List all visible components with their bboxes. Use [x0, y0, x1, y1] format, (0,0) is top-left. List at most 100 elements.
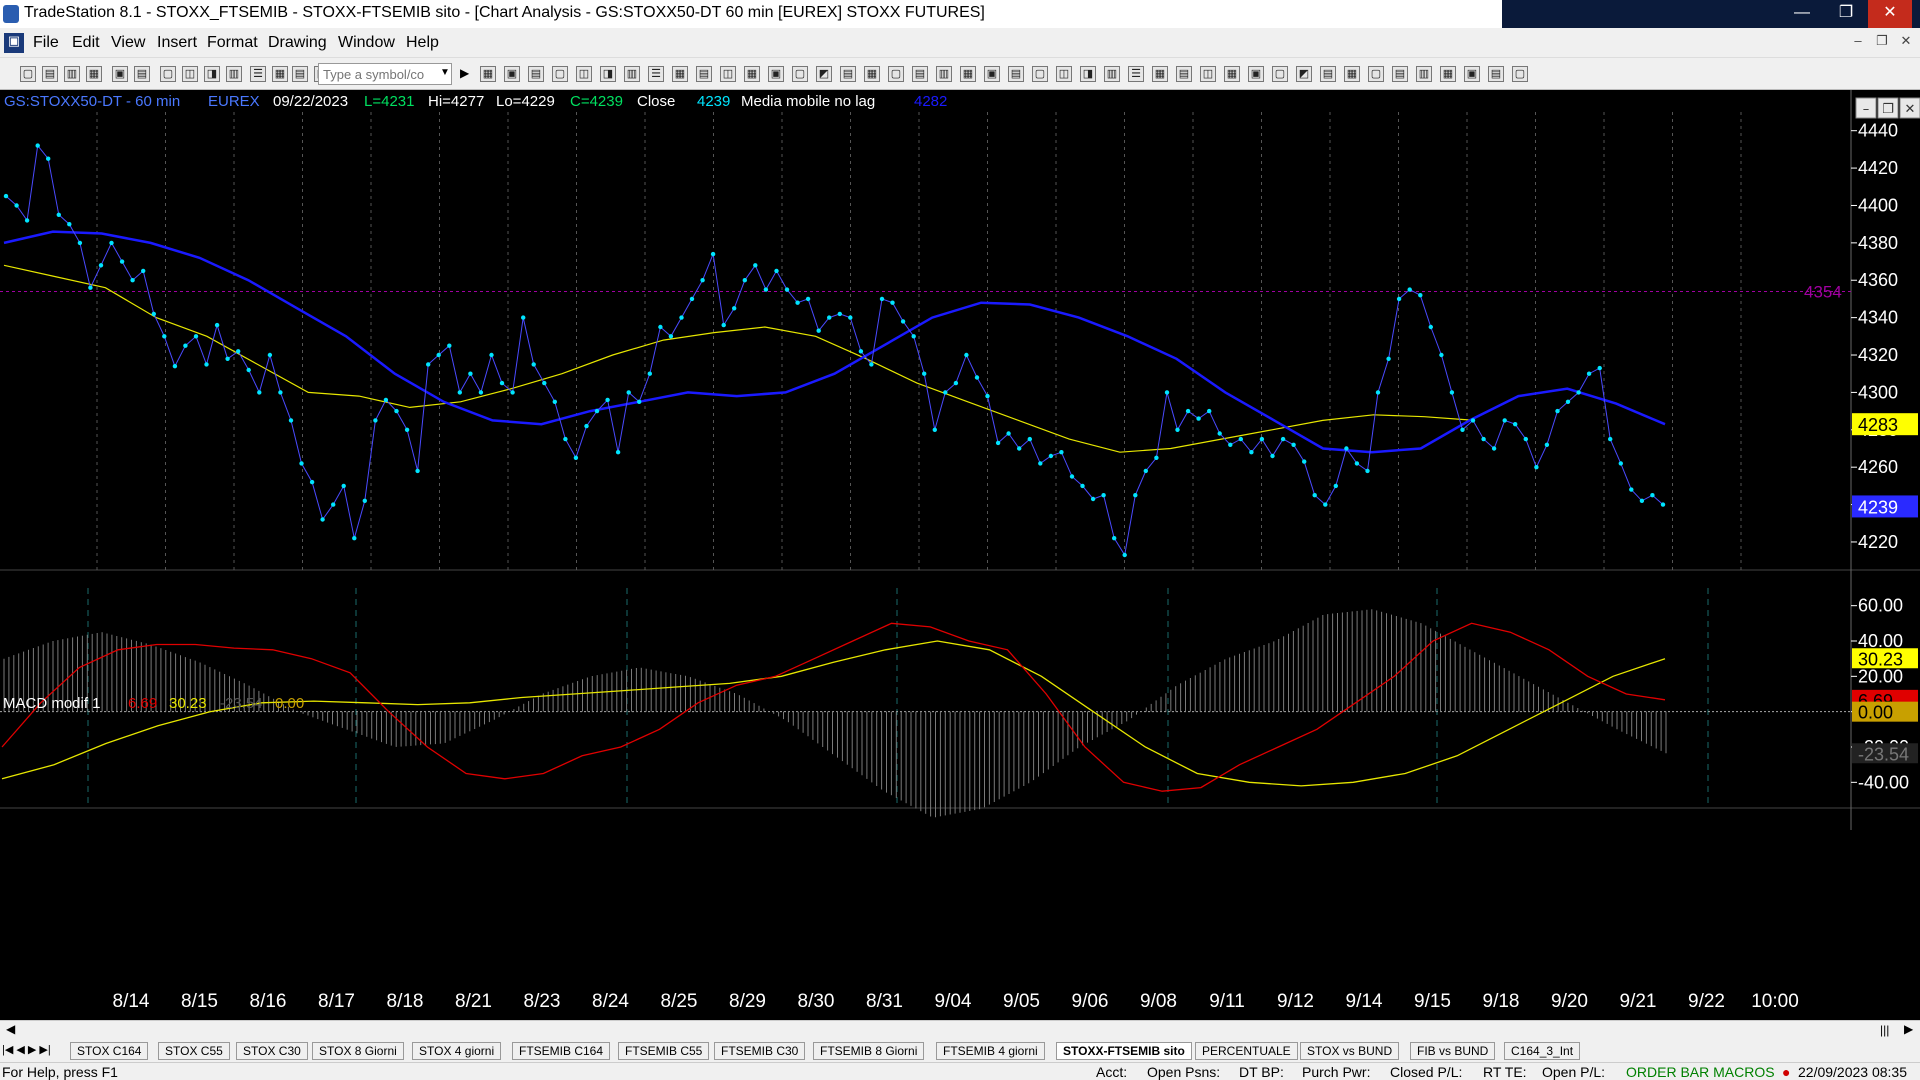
toolbar-button-icon[interactable]: ▢ — [20, 66, 36, 82]
tab-item[interactable]: FTSEMIB C55 — [618, 1042, 710, 1060]
tab-item[interactable]: FTSEMIB 8 Giorni — [813, 1042, 925, 1060]
drawing-tool-icon[interactable]: ▦ — [1152, 66, 1168, 82]
mdi-restore-icon[interactable]: ❐ — [1872, 33, 1892, 53]
maximize-button[interactable]: ❐ — [1824, 0, 1868, 28]
tab-item[interactable]: FIB vs BUND — [1410, 1042, 1496, 1060]
drawing-tool-icon[interactable]: ▤ — [1392, 66, 1408, 82]
chart-area[interactable]: 4354 4440 4420 4400 4380 4360 4340 4320 4300 428… — [0, 90, 1920, 1020]
tab-item[interactable]: C164_3_Int — [1504, 1042, 1581, 1060]
mdi-close-icon[interactable]: ✕ — [1896, 33, 1916, 53]
close-point — [1439, 352, 1444, 358]
drawing-tool-icon[interactable]: ▦ — [864, 66, 880, 82]
menu-insert[interactable]: Insert — [157, 34, 197, 52]
toolbar-button-icon[interactable]: ▣ — [112, 66, 128, 82]
drawing-tool-icon[interactable]: ▢ — [552, 66, 568, 82]
drawing-tool-icon[interactable]: ▦ — [480, 66, 496, 82]
symbol-input[interactable] — [318, 63, 452, 85]
toolbar-button-icon[interactable]: ▦ — [86, 66, 102, 82]
drawing-tool-icon[interactable]: ◫ — [576, 66, 592, 82]
drawing-tool-icon[interactable]: ▤ — [1488, 66, 1504, 82]
tab-item[interactable]: PERCENTUALE — [1195, 1042, 1298, 1060]
drawing-tool-icon[interactable]: ▦ — [1344, 66, 1360, 82]
drawing-tool-icon[interactable]: ▣ — [504, 66, 520, 82]
drawing-tool-icon[interactable]: ▤ — [1320, 66, 1336, 82]
toolbar-button-icon[interactable]: ▤ — [134, 66, 150, 82]
drawing-tool-icon[interactable]: ▣ — [984, 66, 1000, 82]
drawing-tool-icon[interactable]: ▤ — [1176, 66, 1192, 82]
drawing-tool-icon[interactable]: ▢ — [1032, 66, 1048, 82]
drawing-tool-icon[interactable]: ◫ — [1056, 66, 1072, 82]
menu-window[interactable]: Window — [338, 34, 395, 52]
document-icon[interactable]: ▣ — [4, 33, 24, 53]
tab-item[interactable]: STOX C30 — [236, 1042, 308, 1060]
status-macros[interactable]: ORDER BAR MACROS — [1626, 1064, 1775, 1080]
drawing-tool-icon[interactable]: ◩ — [816, 66, 832, 82]
drawing-tool-icon[interactable]: ▢ — [1368, 66, 1384, 82]
drawing-tool-icon[interactable]: ▤ — [912, 66, 928, 82]
toolbar-button-icon[interactable]: ▥ — [226, 66, 242, 82]
drawing-tool-icon[interactable]: ▢ — [888, 66, 904, 82]
toolbar-button-icon[interactable]: ▦ — [272, 66, 288, 82]
minimize-button[interactable]: — — [1780, 0, 1824, 28]
tab-item[interactable]: STOXX-FTSEMIB sito — [1056, 1042, 1192, 1060]
drawing-tool-icon[interactable]: ▦ — [744, 66, 760, 82]
tab-item[interactable]: FTSEMIB C164 — [512, 1042, 611, 1060]
app-icon[interactable] — [3, 5, 19, 23]
menu-drawing[interactable]: Drawing — [268, 34, 327, 52]
tab-item[interactable]: STOX 8 Giorni — [312, 1042, 404, 1060]
chevron-down-icon[interactable]: ▼ — [440, 67, 450, 78]
drawing-tool-icon[interactable]: ◩ — [1296, 66, 1312, 82]
drawing-tool-icon[interactable]: ▦ — [960, 66, 976, 82]
drawing-tool-icon[interactable]: ▣ — [768, 66, 784, 82]
menu-help[interactable]: Help — [406, 34, 439, 52]
drawing-tool-icon[interactable]: ▢ — [792, 66, 808, 82]
drawing-tool-icon[interactable]: ◨ — [1080, 66, 1096, 82]
toolbar-button-icon[interactable]: ▤ — [42, 66, 58, 82]
chart-svg[interactable]: 4354 4440 4420 4400 4380 4360 4340 4320 4300 428… — [0, 90, 1920, 1020]
menu-view[interactable]: View — [111, 34, 145, 52]
tab-item[interactable]: FTSEMIB C30 — [714, 1042, 806, 1060]
drawing-tool-icon[interactable]: ▢ — [1272, 66, 1288, 82]
tab-item[interactable]: STOX vs BUND — [1300, 1042, 1400, 1060]
drawing-tool-icon[interactable]: ▤ — [696, 66, 712, 82]
toolbar-button-icon[interactable]: ☰ — [250, 66, 266, 82]
drawing-tool-icon[interactable]: ▣ — [1464, 66, 1480, 82]
scroll-right-icon[interactable]: ▶ — [1904, 1022, 1913, 1036]
drawing-tool-icon[interactable]: ☰ — [648, 66, 664, 82]
toolbar-button-icon[interactable]: ◫ — [182, 66, 198, 82]
drawing-tool-icon[interactable]: ▥ — [1416, 66, 1432, 82]
close-button[interactable]: ✕ — [1868, 0, 1912, 28]
toolbar-button-icon[interactable]: ◨ — [204, 66, 220, 82]
drawing-tool-icon[interactable]: ▦ — [1440, 66, 1456, 82]
tab-item[interactable]: STOX C55 — [158, 1042, 230, 1060]
drawing-tool-icon[interactable]: ☰ — [1128, 66, 1144, 82]
mdi-minimize-icon[interactable]: – — [1848, 33, 1868, 53]
scroll-left-icon[interactable]: ◀ — [6, 1022, 15, 1036]
menu-edit[interactable]: Edit — [72, 34, 100, 52]
drawing-tool-icon[interactable]: ▦ — [672, 66, 688, 82]
scroll-bars-icon[interactable]: ||| — [1880, 1023, 1889, 1037]
drawing-tool-icon[interactable]: ▥ — [936, 66, 952, 82]
menu-file[interactable]: File — [33, 34, 59, 52]
drawing-tool-icon[interactable]: ▣ — [1248, 66, 1264, 82]
drawing-tool-icon[interactable]: ▦ — [1224, 66, 1240, 82]
drawing-tool-icon[interactable]: ◨ — [600, 66, 616, 82]
drawing-tool-icon[interactable]: ▢ — [1512, 66, 1528, 82]
toolbar-button-icon[interactable]: ▢ — [160, 66, 176, 82]
drawing-tool-icon[interactable]: ◫ — [1200, 66, 1216, 82]
tab-item[interactable]: STOX C164 — [70, 1042, 149, 1060]
drawing-tool-icon[interactable]: ▤ — [1008, 66, 1024, 82]
tab-item[interactable]: STOX 4 giorni — [412, 1042, 502, 1060]
toolbar-button-icon[interactable]: ▥ — [64, 66, 80, 82]
drawing-tool-icon[interactable]: ▤ — [528, 66, 544, 82]
drawing-tool-icon[interactable]: ▥ — [624, 66, 640, 82]
tab-item[interactable]: FTSEMIB 4 giorni — [936, 1042, 1045, 1060]
tab-navigation-icon[interactable]: |◀ ◀ ▶ ▶| — [2, 1043, 51, 1056]
horizontal-scrollbar[interactable]: ◀ ||| ▶ — [0, 1020, 1920, 1040]
drawing-tool-icon[interactable]: ▥ — [1104, 66, 1120, 82]
drawing-tool-icon[interactable]: ◫ — [720, 66, 736, 82]
toolbar-button-icon[interactable]: ▤ — [292, 66, 308, 82]
menu-format[interactable]: Format — [207, 34, 258, 52]
go-arrow-icon[interactable]: ▶ — [460, 66, 469, 80]
drawing-tool-icon[interactable]: ▤ — [840, 66, 856, 82]
